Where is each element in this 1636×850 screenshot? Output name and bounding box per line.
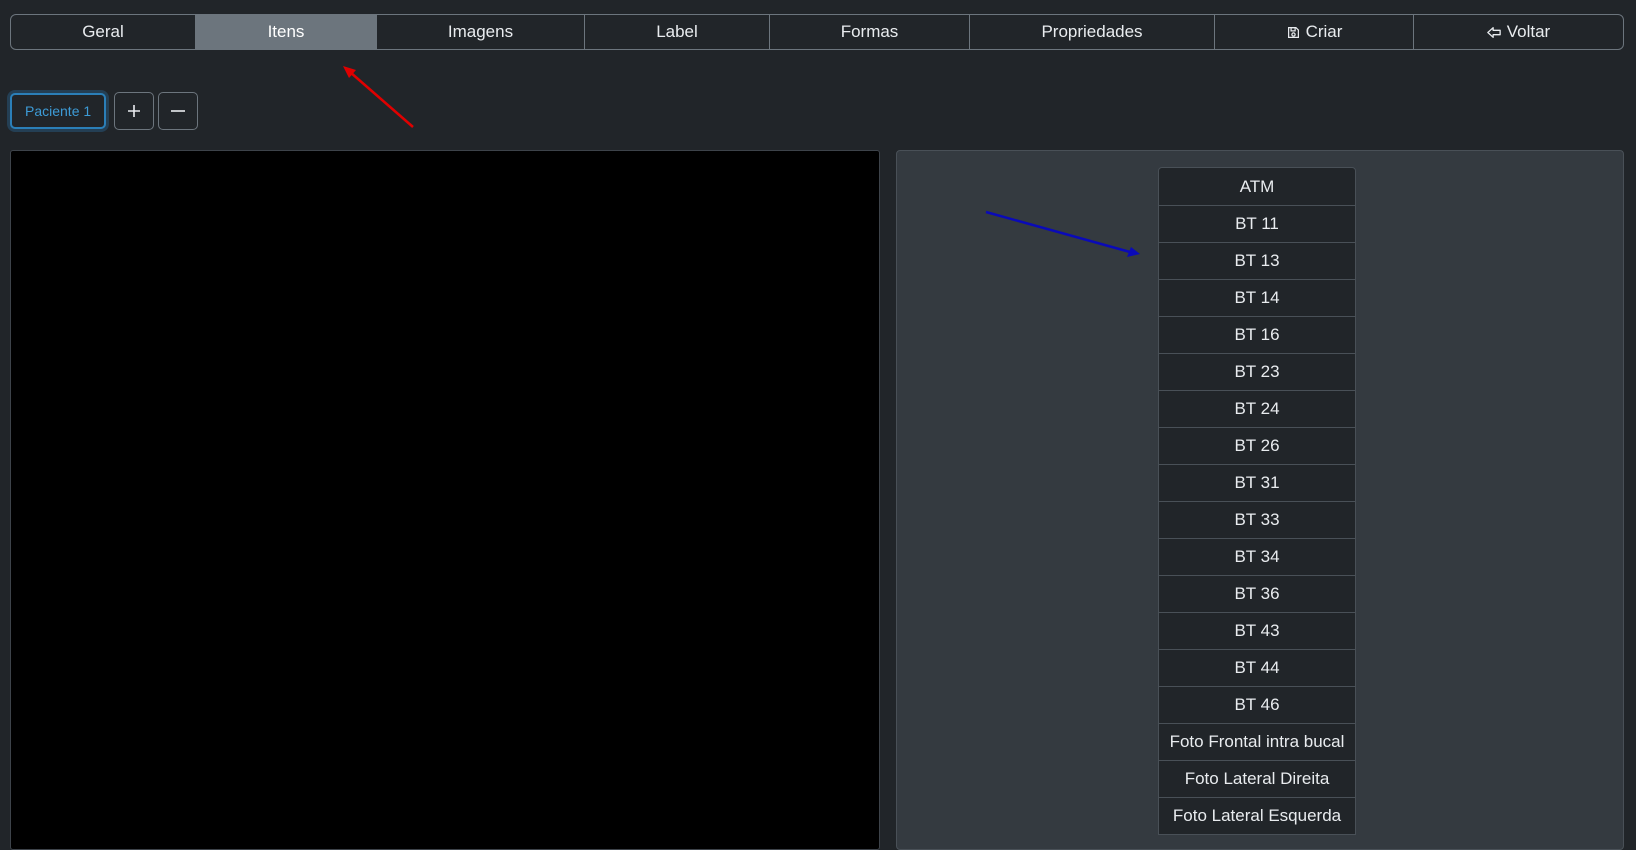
list-item[interactable]: BT 14 (1159, 279, 1355, 316)
list-item[interactable]: BT 24 (1159, 390, 1355, 427)
tab-label: Itens (267, 22, 305, 41)
list-item[interactable]: BT 43 (1159, 612, 1355, 649)
list-item[interactable]: BT 26 (1159, 427, 1355, 464)
design-canvas[interactable] (10, 150, 880, 850)
tab-formas[interactable]: Formas (770, 15, 970, 49)
top-tab-bar: Geral Itens Imagens Label Formas Proprie… (10, 14, 1624, 50)
add-patient-button[interactable] (114, 92, 155, 130)
patient-toolbar: Paciente 1 (10, 92, 199, 130)
list-item[interactable]: BT 36 (1159, 575, 1355, 612)
tab-label: Label (656, 22, 698, 41)
plus-icon (128, 105, 141, 117)
tab-label[interactable]: Label (585, 15, 770, 49)
tab-label: Criar (1305, 22, 1343, 41)
list-item[interactable]: Foto Frontal intra bucal (1159, 723, 1355, 760)
list-item[interactable]: Foto Lateral Direita (1159, 760, 1355, 797)
minus-icon (171, 110, 186, 112)
list-item[interactable]: BT 13 (1159, 242, 1355, 279)
list-item[interactable]: ATM (1159, 168, 1355, 205)
arrow-left-icon (1487, 25, 1502, 40)
patient-1-button[interactable]: Paciente 1 (10, 93, 107, 129)
items-panel: ATM BT 11 BT 13 BT 14 BT 16 BT 23 BT 24 … (896, 150, 1624, 850)
list-item[interactable]: BT 11 (1159, 205, 1355, 242)
tab-label: Geral (82, 22, 124, 41)
tab-geral[interactable]: Geral (11, 15, 196, 49)
list-item[interactable]: BT 16 (1159, 316, 1355, 353)
list-item[interactable]: BT 33 (1159, 501, 1355, 538)
remove-patient-button[interactable] (158, 92, 199, 130)
list-item[interactable]: BT 44 (1159, 649, 1355, 686)
item-list: ATM BT 11 BT 13 BT 14 BT 16 BT 23 BT 24 … (1158, 167, 1356, 835)
red-arrow-annotation (343, 66, 414, 128)
tab-propriedades[interactable]: Propriedades (970, 15, 1215, 49)
tab-itens[interactable]: Itens (196, 15, 377, 49)
list-item[interactable]: BT 46 (1159, 686, 1355, 723)
tab-imagens[interactable]: Imagens (377, 15, 585, 49)
tab-label: Propriedades (1041, 22, 1143, 41)
tab-label: Imagens (447, 22, 514, 41)
tab-label: Formas (840, 22, 899, 41)
tab-criar[interactable]: Criar (1215, 15, 1414, 49)
tab-label: Voltar (1506, 22, 1551, 41)
floppy-disk-icon (1286, 25, 1301, 40)
tab-voltar[interactable]: Voltar (1414, 15, 1623, 49)
list-item[interactable]: BT 34 (1159, 538, 1355, 575)
list-item[interactable]: BT 31 (1159, 464, 1355, 501)
list-item[interactable]: Foto Lateral Esquerda (1159, 797, 1355, 834)
list-item[interactable]: BT 23 (1159, 353, 1355, 390)
